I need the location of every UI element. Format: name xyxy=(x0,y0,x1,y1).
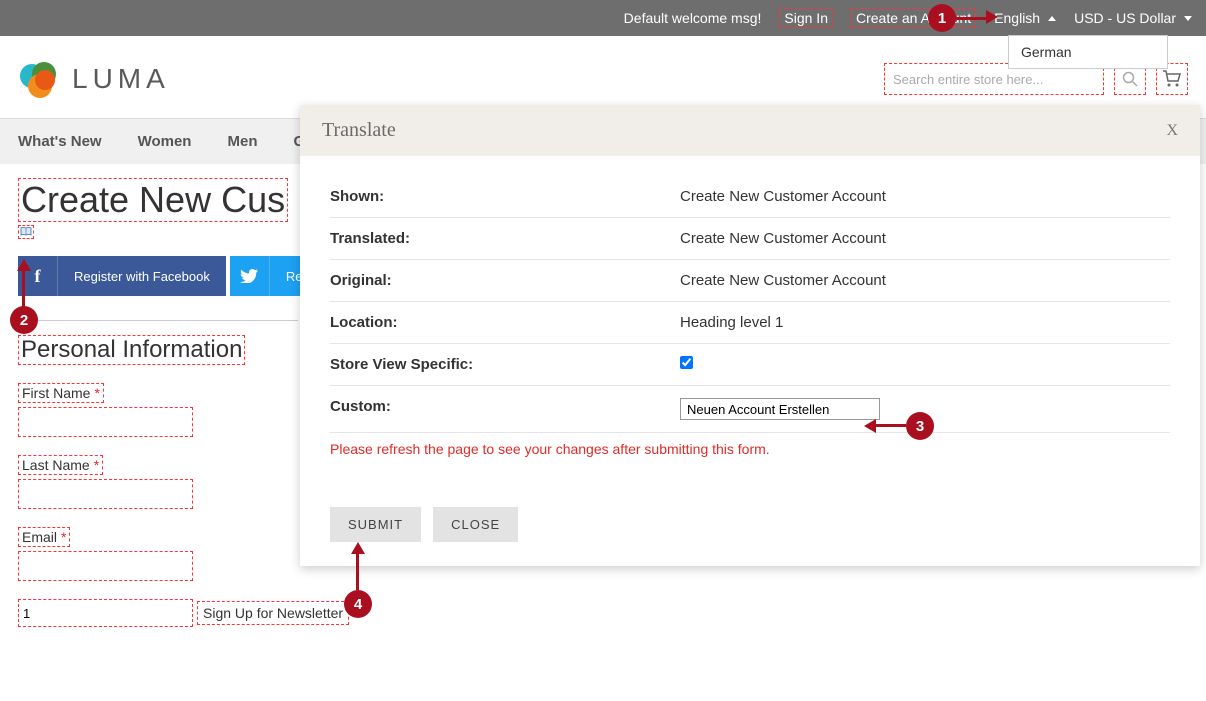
row-shown: Shown: Create New Customer Account xyxy=(330,176,1170,218)
translate-inline-icon[interactable] xyxy=(18,225,34,239)
logo[interactable]: LUMA xyxy=(18,58,170,100)
original-value: Create New Customer Account xyxy=(680,272,1170,289)
top-header-bar: Default welcome msg! Sign In Create an A… xyxy=(0,0,1206,36)
language-option-german[interactable]: German xyxy=(1009,36,1167,68)
divider xyxy=(18,320,298,321)
custom-input[interactable] xyxy=(680,398,880,420)
last-name-label: Last Name* xyxy=(18,455,103,475)
nav-whats-new[interactable]: What's New xyxy=(18,133,102,150)
annotation-marker-3: 3 xyxy=(906,412,934,440)
custom-label: Custom: xyxy=(330,398,680,420)
location-label: Location: xyxy=(330,314,680,331)
currency-switcher[interactable]: USD - US Dollar xyxy=(1074,10,1192,26)
last-name-input[interactable] xyxy=(18,479,193,509)
translated-value: Create New Customer Account xyxy=(680,230,1170,247)
email-input[interactable] xyxy=(18,551,193,581)
row-store-view: Store View Specific: xyxy=(330,344,1170,386)
annotation-arrow-2 xyxy=(22,271,25,307)
translate-modal: Translate X Shown: Create New Customer A… xyxy=(300,105,1200,566)
first-name-input[interactable] xyxy=(18,407,193,437)
original-label: Original: xyxy=(330,272,680,289)
sign-in-link[interactable]: Sign In xyxy=(779,8,833,28)
language-dropdown: German xyxy=(1008,35,1168,69)
annotation-arrowhead-1 xyxy=(986,10,998,24)
cart-icon xyxy=(1162,70,1182,88)
store-view-value xyxy=(680,356,1170,373)
facebook-register-button[interactable]: f Register with Facebook xyxy=(18,256,226,296)
annotation-arrow-3 xyxy=(876,424,906,427)
shown-value: Create New Customer Account xyxy=(680,188,1170,205)
logo-icon xyxy=(18,58,60,100)
nav-women[interactable]: Women xyxy=(138,133,192,150)
row-original: Original: Create New Customer Account xyxy=(330,260,1170,302)
row-custom: Custom: xyxy=(330,386,1170,433)
modal-body: Shown: Create New Customer Account Trans… xyxy=(300,156,1200,507)
modal-footer: SUBMIT CLOSE xyxy=(300,507,1200,566)
annotation-arrow-4 xyxy=(356,554,359,590)
twitter-icon xyxy=(230,256,270,296)
facebook-label: Register with Facebook xyxy=(58,269,226,284)
annotation-marker-1: 1 xyxy=(928,4,956,32)
book-icon xyxy=(20,227,32,237)
newsletter-input[interactable] xyxy=(18,599,193,627)
newsletter-row: Sign Up for Newsletter xyxy=(18,599,1188,627)
store-view-label: Store View Specific: xyxy=(330,356,680,373)
email-label: Email* xyxy=(18,527,70,547)
annotation-marker-2: 2 xyxy=(10,306,38,334)
shown-label: Shown: xyxy=(330,188,680,205)
annotation-arrow-1 xyxy=(956,17,986,20)
section-title: Personal Information xyxy=(18,335,245,365)
search-placeholder: Search entire store here... xyxy=(893,72,1043,87)
welcome-message: Default welcome msg! xyxy=(624,10,762,26)
modal-close-x[interactable]: X xyxy=(1166,122,1178,140)
modal-warning: Please refresh the page to see your chan… xyxy=(330,441,1170,457)
location-value: Heading level 1 xyxy=(680,314,1170,331)
nav-men[interactable]: Men xyxy=(227,133,257,150)
translated-label: Translated: xyxy=(330,230,680,247)
annotation-marker-4: 4 xyxy=(344,590,372,618)
row-translated: Translated: Create New Customer Account xyxy=(330,218,1170,260)
modal-header: Translate X xyxy=(300,105,1200,156)
store-view-checkbox[interactable] xyxy=(680,356,693,369)
logo-text: LUMA xyxy=(72,63,170,95)
modal-title: Translate xyxy=(322,119,396,142)
page-title: Create New Cus xyxy=(18,178,288,222)
language-switcher[interactable]: English xyxy=(994,10,1056,26)
search-icon xyxy=(1122,71,1138,87)
row-location: Location: Heading level 1 xyxy=(330,302,1170,344)
newsletter-label: Sign Up for Newsletter xyxy=(197,601,349,625)
first-name-label: First Name* xyxy=(18,383,104,403)
submit-button[interactable]: SUBMIT xyxy=(330,507,421,542)
close-button[interactable]: CLOSE xyxy=(433,507,518,542)
